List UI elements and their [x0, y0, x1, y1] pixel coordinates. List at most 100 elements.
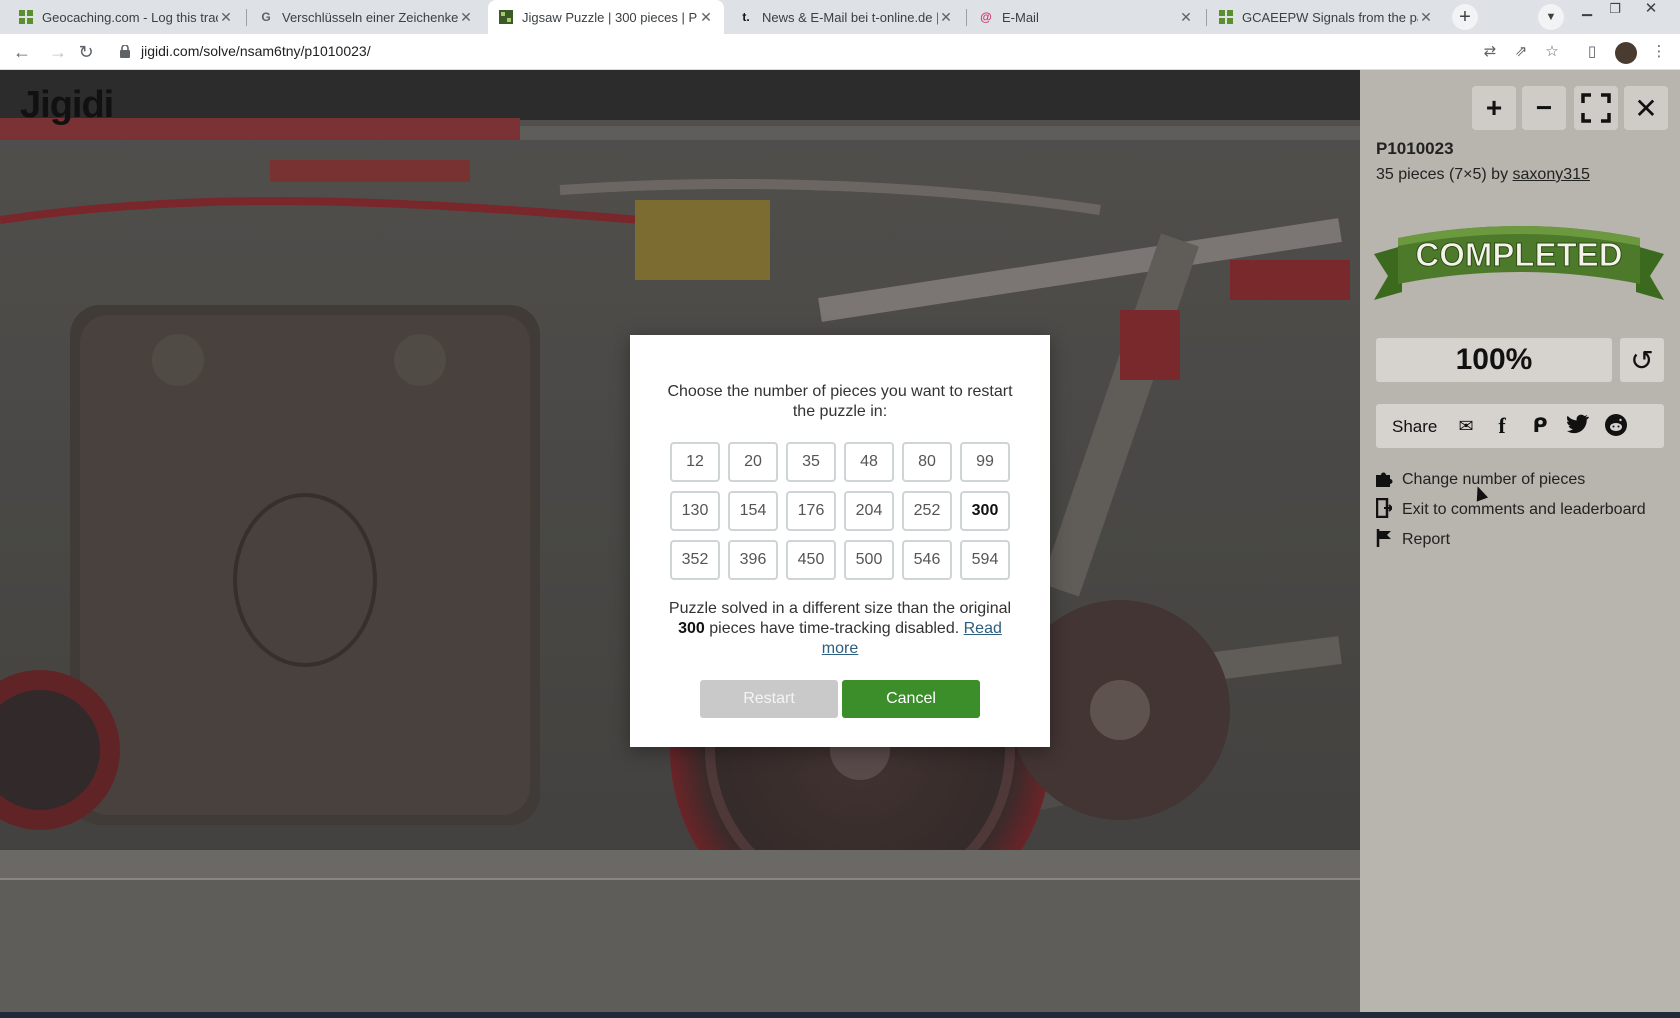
- geocaching-icon: [1218, 9, 1234, 25]
- side-panel-icon[interactable]: ▯: [1582, 42, 1602, 62]
- pinterest-icon[interactable]: ᑭ: [1528, 414, 1552, 438]
- piece-option-99[interactable]: 99: [960, 442, 1010, 482]
- puzzle-title: P1010023: [1376, 139, 1454, 158]
- facebook-icon[interactable]: f: [1490, 414, 1514, 438]
- os-taskbar: [0, 1012, 1680, 1018]
- fullscreen-icon: [1581, 93, 1611, 123]
- cryptii-icon: G: [261, 10, 271, 24]
- completion-percentage: 100%: [1376, 338, 1612, 382]
- reddit-icon[interactable]: [1604, 414, 1628, 438]
- pieces-text: 35 pieces (7×5) by: [1376, 166, 1509, 183]
- tab-title: News & E-Mail bei t-online.de | Politik: [762, 9, 938, 25]
- piece-option-130[interactable]: 130: [670, 491, 720, 531]
- restart-button[interactable]: Restart: [700, 680, 838, 718]
- puzzle-info: 35 pieces (7×5) by saxony315: [1376, 166, 1590, 184]
- tab-title: Jigsaw Puzzle | 300 pieces | P1010023: [522, 9, 698, 25]
- forward-icon[interactable]: →: [46, 40, 70, 64]
- translate-icon[interactable]: ⇄: [1480, 42, 1500, 62]
- exit-door-icon: [1375, 497, 1400, 523]
- tab-close-icon[interactable]: ✕: [938, 9, 954, 26]
- flag-icon: [1376, 528, 1400, 552]
- tab-close-icon[interactable]: ✕: [698, 9, 714, 26]
- piece-option-80[interactable]: 80: [902, 442, 952, 482]
- report-link[interactable]: Report: [1376, 528, 1450, 552]
- close-puzzle-button[interactable]: ✕: [1624, 86, 1668, 130]
- new-tab-button[interactable]: +: [1452, 4, 1478, 30]
- zoom-out-button[interactable]: −: [1522, 86, 1566, 130]
- jigidi-icon: [498, 9, 514, 25]
- share-page-icon[interactable]: ⇗: [1511, 42, 1531, 62]
- piece-option-154[interactable]: 154: [728, 491, 778, 531]
- piece-option-300[interactable]: 300: [960, 491, 1010, 531]
- profile-avatar[interactable]: [1615, 42, 1637, 64]
- piece-option-12[interactable]: 12: [670, 442, 720, 482]
- note-original-count: 300: [678, 620, 705, 637]
- zoom-in-button[interactable]: +: [1472, 86, 1516, 130]
- tab-title: Verschlüsseln einer Zeichenkette: [282, 9, 458, 25]
- piece-option-20[interactable]: 20: [728, 442, 778, 482]
- browser-tab-strip: Geocaching.com - Log this trackable ✕ G …: [0, 0, 1680, 34]
- piece-option-48[interactable]: 48: [844, 442, 894, 482]
- note-text: Puzzle solved in a different size than t…: [668, 600, 1012, 617]
- lock-icon: [120, 45, 130, 58]
- piece-option-352[interactable]: 352: [670, 540, 720, 580]
- piece-option-396[interactable]: 396: [728, 540, 778, 580]
- browser-tab-t-online[interactable]: t. News & E-Mail bei t-online.de | Polit…: [728, 0, 964, 34]
- tab-close-icon[interactable]: ✕: [1418, 9, 1434, 26]
- restore-icon[interactable]: ❐: [1602, 0, 1628, 20]
- fullscreen-button[interactable]: [1574, 86, 1618, 130]
- window-close-icon[interactable]: ✕: [1638, 0, 1664, 20]
- tab-title: GCAEEPW Signals from the past: [1242, 9, 1418, 25]
- tab-separator: [966, 9, 967, 26]
- tab-close-icon[interactable]: ✕: [1178, 9, 1194, 26]
- tab-close-icon[interactable]: ✕: [218, 9, 234, 26]
- share-label: Share: [1392, 417, 1438, 436]
- tab-separator: [1206, 9, 1207, 26]
- completed-label: COMPLETED: [1415, 236, 1622, 273]
- email-at-icon: @: [980, 10, 992, 24]
- browser-tab-jigidi[interactable]: Jigsaw Puzzle | 300 pieces | P1010023 ✕: [488, 0, 724, 34]
- menu-label: Change number of pieces: [1402, 471, 1586, 488]
- browser-toolbar: ← → ↻ jigidi.com/solve/nsam6tny/p1010023…: [0, 34, 1680, 70]
- browser-tab-verschluesseln[interactable]: G Verschlüsseln einer Zeichenkette ✕: [248, 0, 484, 34]
- reload-icon[interactable]: ↻: [74, 40, 98, 64]
- piece-option-450[interactable]: 450: [786, 540, 836, 580]
- menu-label: Exit to comments and leaderboard: [1402, 501, 1646, 518]
- back-icon[interactable]: ←: [10, 40, 34, 64]
- completed-ribbon: COMPLETED: [1374, 226, 1664, 300]
- piece-option-204[interactable]: 204: [844, 491, 894, 531]
- tab-title: E-Mail: [1002, 9, 1039, 25]
- browser-tab-geocaching[interactable]: Geocaching.com - Log this trackable ✕: [8, 0, 244, 34]
- menu-label: Report: [1402, 531, 1451, 548]
- restart-dialog: Choose the number of pieces you want to …: [630, 335, 1050, 747]
- jigidi-logo[interactable]: Jigidi: [20, 84, 114, 127]
- browser-tab-email[interactable]: @ E-Mail ✕: [968, 0, 1204, 34]
- author-link[interactable]: saxony315: [1513, 166, 1590, 183]
- restart-icon[interactable]: ↺: [1620, 338, 1664, 382]
- note-text-end: pieces have time-tracking disabled.: [709, 620, 960, 637]
- email-share-icon[interactable]: ✉: [1454, 414, 1478, 438]
- exit-to-comments-link[interactable]: Exit to comments and leaderboard: [1375, 497, 1646, 523]
- tab-close-icon[interactable]: ✕: [458, 9, 474, 26]
- piece-option-546[interactable]: 546: [902, 540, 952, 580]
- address-bar-url[interactable]: jigidi.com/solve/nsam6tny/p1010023/: [141, 43, 371, 59]
- t-online-icon: t.: [742, 10, 750, 24]
- puzzle-side-panel: + − ✕ P1010023 35 pieces (7×5) by saxony…: [1360, 70, 1680, 1018]
- tab-search-icon[interactable]: ▼: [1538, 4, 1564, 30]
- piece-option-500[interactable]: 500: [844, 540, 894, 580]
- bookmark-star-icon[interactable]: ☆: [1542, 42, 1562, 62]
- twitter-icon[interactable]: [1566, 414, 1590, 438]
- dialog-prompt: Choose the number of pieces you want to …: [667, 383, 1013, 420]
- piece-option-35[interactable]: 35: [786, 442, 836, 482]
- tab-separator: [246, 9, 247, 26]
- minimize-icon[interactable]: ▁: [1574, 0, 1600, 20]
- piece-option-252[interactable]: 252: [902, 491, 952, 531]
- browser-tab-gcaeepw[interactable]: GCAEEPW Signals from the past ✕: [1208, 0, 1444, 34]
- share-bar: Share ✉ f ᑭ: [1376, 404, 1664, 448]
- browser-menu-icon[interactable]: ⋮: [1649, 42, 1669, 62]
- piece-option-594[interactable]: 594: [960, 540, 1010, 580]
- cancel-button[interactable]: Cancel: [842, 680, 980, 718]
- tab-title: Geocaching.com - Log this trackable: [42, 9, 218, 25]
- puzzle-piece-icon: [1376, 469, 1400, 492]
- piece-option-176[interactable]: 176: [786, 491, 836, 531]
